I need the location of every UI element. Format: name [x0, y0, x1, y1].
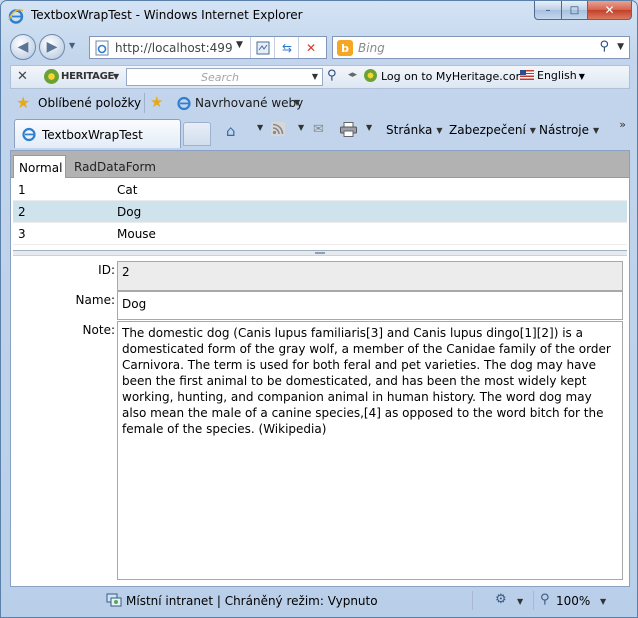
grid-row[interactable]: 1 Cat	[13, 179, 627, 201]
view-tab-strip: Normal RadDataForm	[11, 151, 629, 178]
search-placeholder[interactable]: Bing	[358, 41, 385, 55]
splitter-grip-icon[interactable]	[315, 252, 325, 254]
search-box[interactable]: b Bing ⚲ ▼	[332, 36, 630, 59]
id-label: ID:	[98, 263, 115, 277]
myheritage-leaf-icon	[44, 69, 59, 84]
row-id: 1	[18, 183, 26, 197]
zoom-dropdown[interactable]: ▼	[600, 597, 606, 606]
suggested-sites-button[interactable]: Navrhované weby	[195, 96, 303, 110]
print-icon[interactable]	[340, 122, 357, 141]
row-name: Cat	[117, 183, 138, 197]
address-dropdown-arrow[interactable]: ▼	[236, 40, 243, 50]
name-label: Name:	[75, 293, 115, 307]
tools-menu[interactable]: Nástroje ▼	[539, 123, 599, 137]
home-dropdown[interactable]: ▼	[253, 123, 263, 132]
status-bar: Místní intranet | Chráněný režim: Vypnut…	[10, 588, 630, 613]
myheritage-search-icon[interactable]: ⚲	[327, 68, 337, 83]
id-field[interactable]: 2	[117, 261, 623, 291]
favorites-button[interactable]: Oblíbené položky	[38, 96, 141, 110]
favorites-bar: ★ Oblíbené položky ★ Navrhované weby ▼	[10, 90, 630, 116]
internet-explorer-icon	[8, 9, 24, 24]
suggested-sites-dropdown[interactable]: ▼	[294, 98, 300, 107]
security-zone-text: Místní intranet | Chráněný režim: Vypnut…	[126, 594, 378, 608]
address-bar[interactable]: http://localhost:49992 ▼ ⇆ ✕	[89, 36, 327, 59]
browser-tab-label: TextboxWrapTest	[42, 128, 143, 142]
page-menu[interactable]: Stránka ▼	[386, 123, 442, 137]
stop-icon[interactable]: ✕	[302, 40, 320, 56]
close-toolbar-icon[interactable]: ✕	[17, 69, 28, 84]
address-url[interactable]: http://localhost:49992	[115, 41, 233, 55]
bing-icon: b	[337, 40, 353, 56]
page-icon	[95, 40, 109, 56]
grid-row-selected[interactable]: 2 Dog	[13, 201, 627, 223]
myheritage-search-input[interactable]: Search ▼	[126, 68, 323, 86]
tab-normal[interactable]: Normal	[13, 155, 66, 178]
browser-tab[interactable]: TextboxWrapTest	[14, 119, 181, 148]
rss-feed-icon[interactable]	[271, 122, 285, 140]
intranet-zone-icon	[106, 593, 122, 607]
name-field[interactable]: Dog	[117, 291, 623, 320]
minimize-button[interactable]: –	[534, 1, 561, 20]
search-options-dropdown[interactable]: ▼	[617, 42, 624, 52]
refresh-icon[interactable]: ⇆	[278, 40, 296, 56]
note-textarea[interactable]: The domestic dog (Canis lupus familiaris…	[117, 321, 623, 580]
forward-arrow-icon: ▶	[46, 39, 58, 55]
title-bar: TextboxWrapTest - Windows Internet Explo…	[1, 1, 637, 31]
maximize-button[interactable]: □	[561, 1, 587, 20]
row-name: Mouse	[117, 227, 156, 241]
tab-raddataform[interactable]: RadDataForm	[69, 155, 156, 178]
language-selector[interactable]: English ▼	[520, 69, 585, 82]
myheritage-toolbar: ✕ HERITAGE ▼ Search ▼ ⚲ ◂▸ Log on to MyH…	[10, 65, 630, 89]
note-label: Note:	[82, 323, 115, 337]
compatibility-view-icon[interactable]	[254, 40, 272, 56]
ie-page-icon	[177, 96, 191, 111]
myheritage-small-icon	[364, 69, 377, 82]
us-flag-icon	[520, 70, 534, 80]
grid-row[interactable]: 3 Mouse	[13, 223, 627, 245]
myheritage-logo[interactable]: HERITAGE	[44, 68, 116, 86]
close-button[interactable]: ✕	[587, 1, 632, 20]
row-id: 2	[18, 205, 26, 219]
feeds-dropdown[interactable]: ▼	[294, 123, 304, 132]
myheritage-menu-dropdown[interactable]: ▼	[113, 72, 119, 81]
animals-grid: 1 Cat 2 Dog 3 Mouse	[13, 179, 627, 245]
back-arrow-icon: ◀	[17, 39, 29, 55]
add-to-favorites-icon[interactable]: ★	[150, 93, 163, 111]
recent-pages-dropdown[interactable]: ▼	[69, 41, 75, 50]
favorites-star-icon[interactable]: ★	[16, 93, 30, 112]
read-mail-icon[interactable]: ✉	[313, 122, 324, 137]
toolbar-scroll-icon[interactable]: ◂▸	[348, 70, 357, 80]
ie-tab-icon	[22, 127, 36, 142]
row-name: Dog	[117, 205, 142, 219]
zoom-icon[interactable]: ⚲	[540, 592, 550, 607]
row-id: 3	[18, 227, 26, 241]
back-button[interactable]: ◀	[10, 34, 36, 60]
home-icon[interactable]: ⌂	[226, 122, 236, 140]
window-title: TextboxWrapTest - Windows Internet Explo…	[31, 8, 303, 22]
search-icon[interactable]: ⚲	[599, 39, 609, 54]
new-tab-button[interactable]	[183, 122, 211, 146]
safety-menu[interactable]: Zabezpečení ▼	[449, 123, 536, 137]
zoom-level[interactable]: 100%	[556, 594, 590, 608]
forward-button[interactable]: ▶	[39, 34, 65, 60]
more-commands-chevron-icon[interactable]: »	[619, 118, 626, 131]
protected-mode-icon[interactable]: ⚙	[495, 592, 507, 607]
tab-command-bar: TextboxWrapTest ⌂ ▼ ▼ ✉ ▼ Stránka ▼ Zabez…	[10, 117, 630, 150]
logon-link[interactable]: Log on to MyHeritage.com	[364, 69, 526, 83]
print-dropdown[interactable]: ▼	[362, 123, 372, 132]
grid-splitter[interactable]	[13, 250, 627, 256]
protected-mode-dropdown[interactable]: ▼	[517, 597, 523, 606]
myheritage-search-dropdown[interactable]: ▼	[312, 72, 318, 81]
page-content: Normal RadDataForm 1 Cat 2 Dog 3 Mouse I…	[10, 150, 630, 587]
browser-window: TextboxWrapTest - Windows Internet Explo…	[0, 0, 638, 618]
navigation-bar: ◀ ▶ ▼ http://localhost:49992 ▼ ⇆ ✕ b Bin…	[1, 31, 637, 65]
